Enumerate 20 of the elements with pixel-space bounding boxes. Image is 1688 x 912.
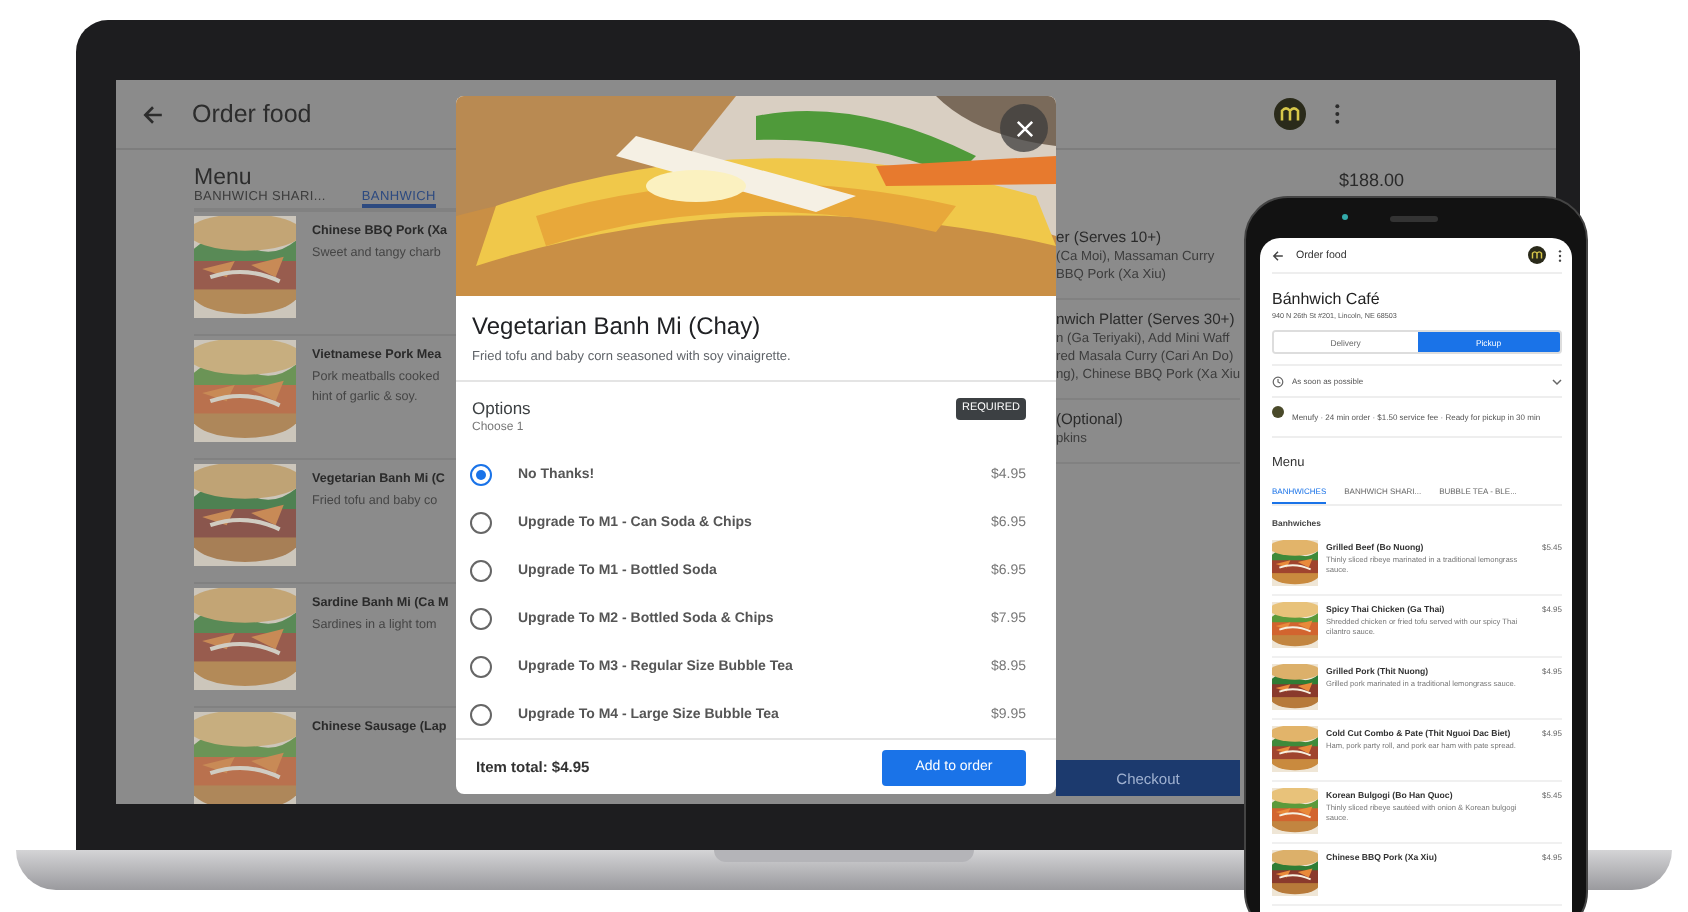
radio-button[interactable] <box>470 703 492 725</box>
page-title: Order food <box>192 100 314 128</box>
back-icon[interactable] <box>142 103 164 125</box>
clock-icon <box>1272 375 1284 387</box>
radio-button[interactable] <box>470 607 492 629</box>
menu-title: Menu <box>194 166 254 190</box>
close-icon <box>1015 119 1033 137</box>
chevron-down-icon[interactable] <box>1552 377 1562 385</box>
options-title: Options <box>472 398 531 418</box>
back-icon[interactable] <box>1272 249 1284 261</box>
camera-icon <box>1342 214 1348 220</box>
radio-button[interactable] <box>470 559 492 581</box>
order-total: $188.00 <box>1338 170 1404 190</box>
speaker-icon <box>1390 216 1438 222</box>
radio-button[interactable] <box>470 463 492 485</box>
dialog-title: Vegetarian Banh Mi (Chay) <box>472 312 763 340</box>
radio-button[interactable] <box>470 655 492 677</box>
radio-button[interactable] <box>470 511 492 533</box>
restaurant-name: Bánhwich Café <box>1272 290 1382 308</box>
more-icon[interactable] <box>1333 104 1340 124</box>
